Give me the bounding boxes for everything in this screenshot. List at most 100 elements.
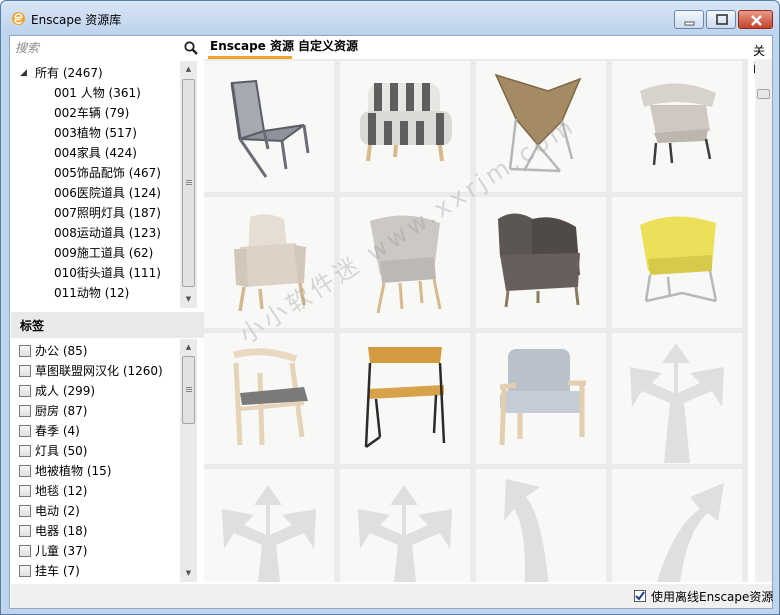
tab-custom-assets[interactable]: 自定义资源 (298, 38, 358, 56)
title-bar[interactable]: Enscape 资源库 (1, 1, 779, 35)
tree-item[interactable]: 006医院道具 (124) (11, 183, 191, 203)
tag-item[interactable]: 草图联盟网汉化 (1260) (11, 361, 181, 381)
tag-checkbox[interactable] (19, 525, 31, 537)
tree-item[interactable]: 005饰品配饰 (467) (11, 163, 191, 183)
tag-label: 儿童 (37) (35, 544, 88, 558)
asset-tile-placeholder[interactable] (476, 469, 606, 582)
tree-item-all[interactable]: ◢ 所有 (2467) (11, 63, 191, 83)
tree-item-label: 004家具 (424) (54, 146, 137, 160)
category-scrollbar[interactable]: ▲ ▼ (180, 61, 197, 308)
tag-checkbox[interactable] (19, 445, 31, 457)
tree-item-label: 009施工道具 (62) (54, 246, 154, 260)
asset-tile-placeholder[interactable] (204, 469, 334, 582)
tree-item[interactable]: 011动物 (12) (11, 283, 191, 303)
tag-item[interactable]: 办公 (85) (11, 341, 181, 361)
tag-item[interactable]: 地被植物 (15) (11, 461, 181, 481)
minimize-button[interactable] (674, 10, 704, 29)
tag-item[interactable]: 挂车 (7) (11, 561, 181, 581)
maximize-icon (716, 14, 728, 25)
tree-item[interactable]: 002车辆 (79) (11, 103, 191, 123)
tab-enscape-assets[interactable]: Enscape 资源 (210, 38, 294, 56)
asset-tile-dark-lounge-chair[interactable] (476, 197, 606, 328)
loading-placeholder-icon (504, 479, 549, 582)
tag-item[interactable]: 电动 (2) (11, 501, 181, 521)
loading-placeholder-icon (657, 483, 724, 582)
tag-item[interactable]: 电器 (18) (11, 521, 181, 541)
asset-tile-grey-shell-chair[interactable] (340, 197, 470, 328)
tag-label: 电动 (2) (35, 504, 80, 518)
tag-checkbox[interactable] (19, 385, 31, 397)
close-window-button[interactable] (738, 10, 773, 29)
tag-item[interactable]: 厨房 (87) (11, 401, 181, 421)
tree-item[interactable]: 004家具 (424) (11, 143, 191, 163)
scroll-thumb[interactable] (182, 79, 195, 287)
tag-item[interactable]: 地毯 (12) (11, 481, 181, 501)
asset-tile-metal-chair[interactable] (204, 61, 334, 192)
asset-tile-placeholder[interactable] (612, 469, 742, 582)
tag-checkbox[interactable] (19, 465, 31, 477)
minimize-icon (684, 21, 695, 26)
asset-tile-yellow-shell-chair[interactable] (612, 197, 742, 328)
tree-item[interactable]: 003植物 (517) (11, 123, 191, 143)
tag-checkbox[interactable] (19, 365, 31, 377)
asset-grid-scrollbar[interactable] (755, 59, 772, 582)
tag-label: 办公 (85) (35, 344, 88, 358)
maximize-button[interactable] (706, 10, 736, 29)
scroll-down-icon[interactable]: ▼ (180, 565, 197, 582)
tag-checkbox[interactable] (19, 485, 31, 497)
asset-tile-placeholder[interactable] (612, 333, 742, 464)
asset-tile-butterfly-chair[interactable] (476, 61, 606, 192)
chair-thumbnail-icon (498, 213, 580, 308)
status-bar: 使用离线Enscape资源 (204, 584, 773, 608)
loading-placeholder-icon (358, 485, 452, 582)
chair-thumbnail-icon (360, 83, 452, 162)
library-panel: ◢ 所有 (2467) 001 人物 (361) 002车辆 (79) 003植… (9, 35, 773, 609)
loading-placeholder-icon (222, 485, 316, 582)
left-panel-footer (11, 584, 207, 608)
search-icon[interactable] (183, 40, 199, 56)
tag-checkbox[interactable] (19, 425, 31, 437)
tags-scrollbar[interactable]: ▲ ▼ (180, 339, 197, 582)
tag-label: 挂车 (7) (35, 564, 80, 578)
tag-checkbox[interactable] (19, 405, 31, 417)
asset-tile-white-armchair[interactable] (612, 61, 742, 192)
scroll-up-icon[interactable]: ▲ (180, 339, 197, 356)
chair-thumbnail-icon (640, 83, 716, 166)
scroll-down-icon[interactable]: ▼ (180, 291, 197, 308)
search-bar (11, 37, 207, 59)
chair-thumbnail-icon (499, 349, 586, 446)
expand-arrow-icon[interactable]: ◢ (20, 63, 27, 83)
tag-checkbox[interactable] (19, 505, 31, 517)
tree-item[interactable]: 001 人物 (361) (11, 83, 191, 103)
scroll-thumb[interactable] (182, 356, 195, 424)
tree-item[interactable]: 010街头道具 (111) (11, 263, 191, 283)
tag-label: 春季 (4) (35, 424, 80, 438)
tag-item[interactable]: 儿童 (37) (11, 541, 181, 561)
tag-label: 成人 (299) (35, 384, 96, 398)
scroll-thumb[interactable] (757, 89, 770, 99)
asset-tile-tufted-armchair[interactable] (476, 333, 606, 464)
asset-tile-metal-wood-chair[interactable] (340, 333, 470, 464)
asset-tile-striped-armchair[interactable] (340, 61, 470, 192)
tag-checkbox[interactable] (19, 545, 31, 557)
tag-item[interactable]: 成人 (299) (11, 381, 181, 401)
tag-checkbox[interactable] (19, 345, 31, 357)
tag-item[interactable]: 春季 (4) (11, 421, 181, 441)
asset-tile-wooden-armchair[interactable] (204, 333, 334, 464)
tree-item[interactable]: 009施工道具 (62) (11, 243, 191, 263)
asset-tile-placeholder[interactable] (340, 469, 470, 582)
tag-label: 地毯 (12) (35, 484, 88, 498)
tree-item[interactable]: 008运动道具 (123) (11, 223, 191, 243)
search-input[interactable] (15, 39, 175, 57)
tree-item-label: 010街头道具 (111) (54, 266, 161, 280)
checkmark-icon (635, 591, 645, 601)
chair-thumbnail-icon (370, 215, 442, 314)
tree-item-label: 002车辆 (79) (54, 106, 130, 120)
tree-item[interactable]: 007照明灯具 (187) (11, 203, 191, 223)
offline-checkbox[interactable] (634, 590, 646, 602)
tag-item[interactable]: 灯具 (50) (11, 441, 181, 461)
asset-tile-wingback-chair[interactable] (204, 197, 334, 328)
tag-checkbox[interactable] (19, 565, 31, 577)
chair-thumbnail-icon (230, 79, 310, 178)
scroll-up-icon[interactable]: ▲ (180, 61, 197, 78)
